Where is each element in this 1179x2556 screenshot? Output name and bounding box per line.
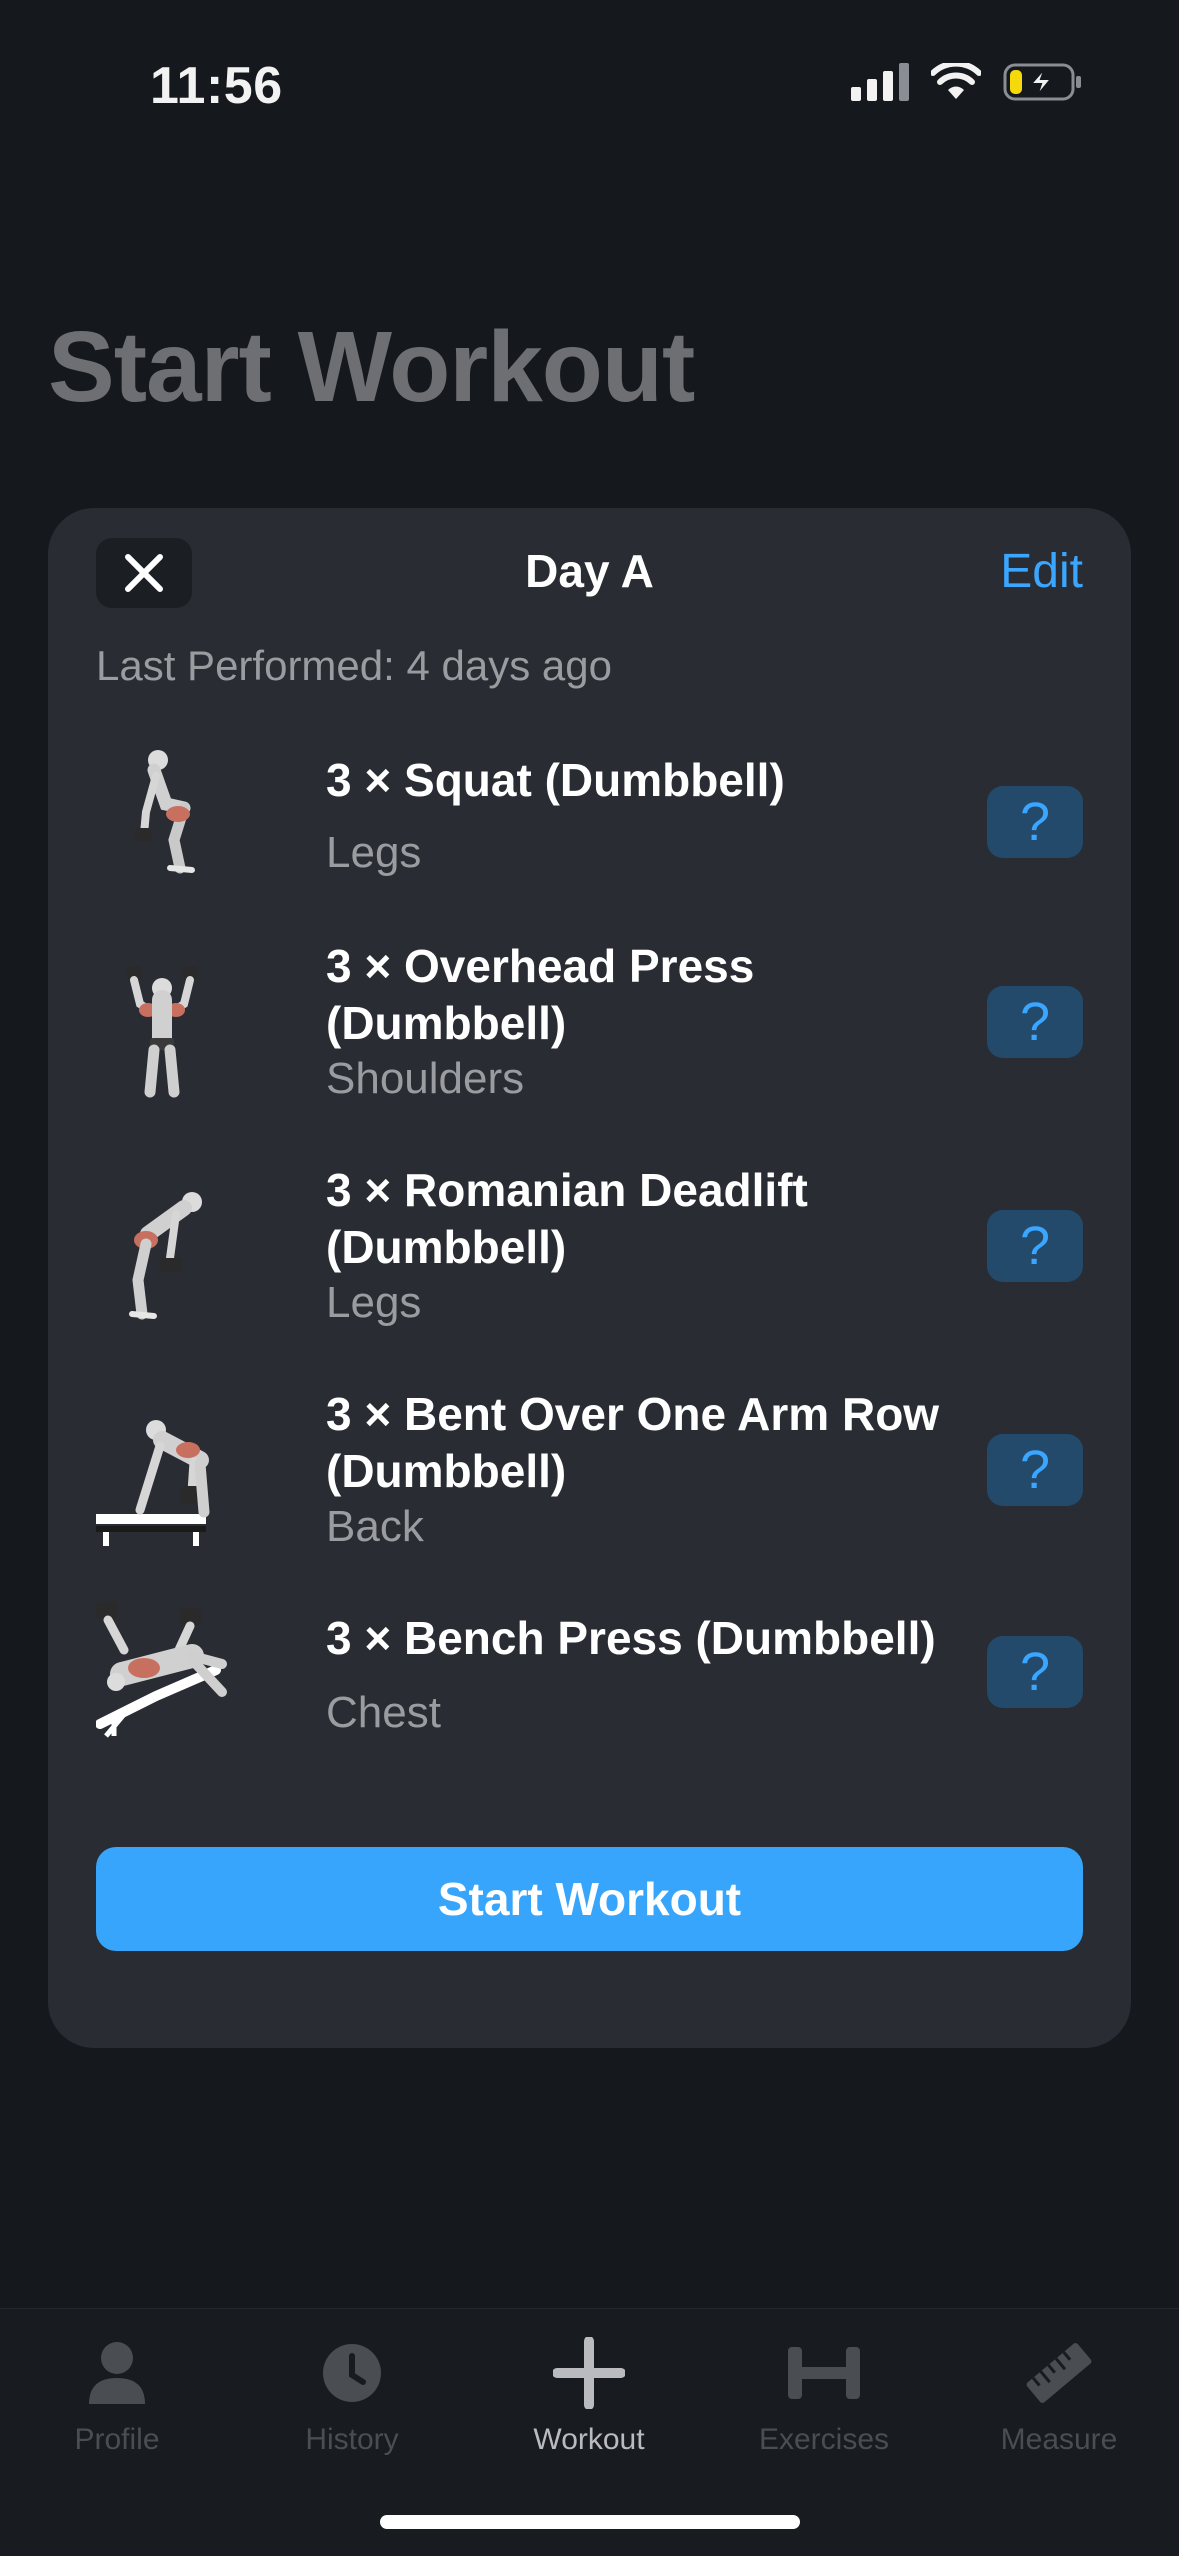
template-title: Day A (525, 545, 654, 597)
workout-template-card: Day A Edit Last Performed: 4 days ago 3 … (48, 508, 1131, 2048)
exercise-muscle: Shoulders (326, 1054, 525, 1103)
one-arm-row-thumbnail (96, 1420, 210, 1546)
exercise-name: 3 × Bent Over One Arm Row (Dumbbell) (326, 1388, 940, 1497)
exercise-muscle: Chest (326, 1688, 441, 1737)
exercise-row[interactable]: 3 × Romanian Deadlift (Dumbbell) Legs ? (96, 1152, 1083, 1332)
question-icon: ? (1019, 1216, 1051, 1276)
person-icon (89, 2342, 145, 2404)
help-button[interactable]: ? (987, 986, 1083, 1058)
exercise-row[interactable]: 3 × Squat (Dumbbell) Legs ? (96, 740, 1083, 890)
status-icons (851, 62, 1083, 102)
screen: 11:56 Start Workout Day A Edit Last Perf… (0, 0, 1179, 2556)
dumbbell-icon (788, 2347, 860, 2399)
plus-icon (553, 2337, 625, 2409)
exercise-name: 3 × Bench Press (Dumbbell) (326, 1612, 936, 1664)
question-icon: ? (1019, 1642, 1051, 1702)
tab-label: Exercises (758, 2423, 890, 2456)
tab-label: Workout (533, 2423, 645, 2456)
start-workout-button[interactable]: Start Workout (96, 1847, 1083, 1951)
question-icon: ? (1019, 992, 1051, 1052)
tab-label: History (305, 2423, 399, 2456)
tab-label: Measure (1000, 2423, 1118, 2456)
romanian-deadlift-thumbnail (129, 1192, 202, 1320)
wifi-icon (931, 63, 981, 99)
exercise-muscle: Legs (326, 828, 422, 877)
tab-exercises[interactable]: Exercises (724, 2333, 924, 2457)
ruler-icon (1026, 2343, 1092, 2403)
exercise-name: 3 × Romanian Deadlift (Dumbbell) (326, 1164, 808, 1273)
help-button[interactable]: ? (987, 1434, 1083, 1506)
question-icon: ? (1019, 792, 1051, 852)
help-button[interactable]: ? (987, 1636, 1083, 1708)
tab-history[interactable]: History (252, 2333, 452, 2457)
bench-press-thumbnail (96, 1602, 227, 1738)
home-indicator (380, 2515, 800, 2529)
status-time: 11:56 (150, 57, 283, 115)
exercise-row[interactable]: 3 × Overhead Press (Dumbbell) Shoulders … (96, 928, 1083, 1108)
edit-button[interactable]: Edit (1000, 544, 1083, 599)
tab-profile[interactable]: Profile (17, 2333, 217, 2457)
tab-label: Profile (74, 2423, 160, 2456)
exercise-name: 3 × Squat (Dumbbell) (326, 754, 785, 806)
exercise-row[interactable]: 3 × Bent Over One Arm Row (Dumbbell) Bac… (96, 1376, 1083, 1556)
exercise-muscle: Legs (326, 1278, 422, 1327)
battery-charging-icon (1003, 63, 1081, 101)
last-performed-label: Last Performed: 4 days ago (96, 642, 612, 689)
help-button[interactable]: ? (987, 786, 1083, 858)
help-button[interactable]: ? (987, 1210, 1083, 1282)
question-icon: ? (1019, 1440, 1051, 1500)
overhead-press-thumbnail (126, 966, 198, 1098)
page-title: Start Workout (48, 311, 695, 423)
clock-icon (323, 2344, 381, 2402)
exercise-name: 3 × Overhead Press (Dumbbell) (326, 940, 755, 1049)
cellular-signal-icon (851, 63, 909, 101)
exercise-muscle: Back (326, 1502, 424, 1551)
tab-measure[interactable]: Measure (959, 2333, 1159, 2457)
squat-thumbnail (134, 750, 195, 874)
tab-workout[interactable]: Workout (489, 2333, 689, 2457)
exercise-row[interactable]: 3 × Bench Press (Dumbbell) Chest ? (96, 1600, 1083, 1760)
